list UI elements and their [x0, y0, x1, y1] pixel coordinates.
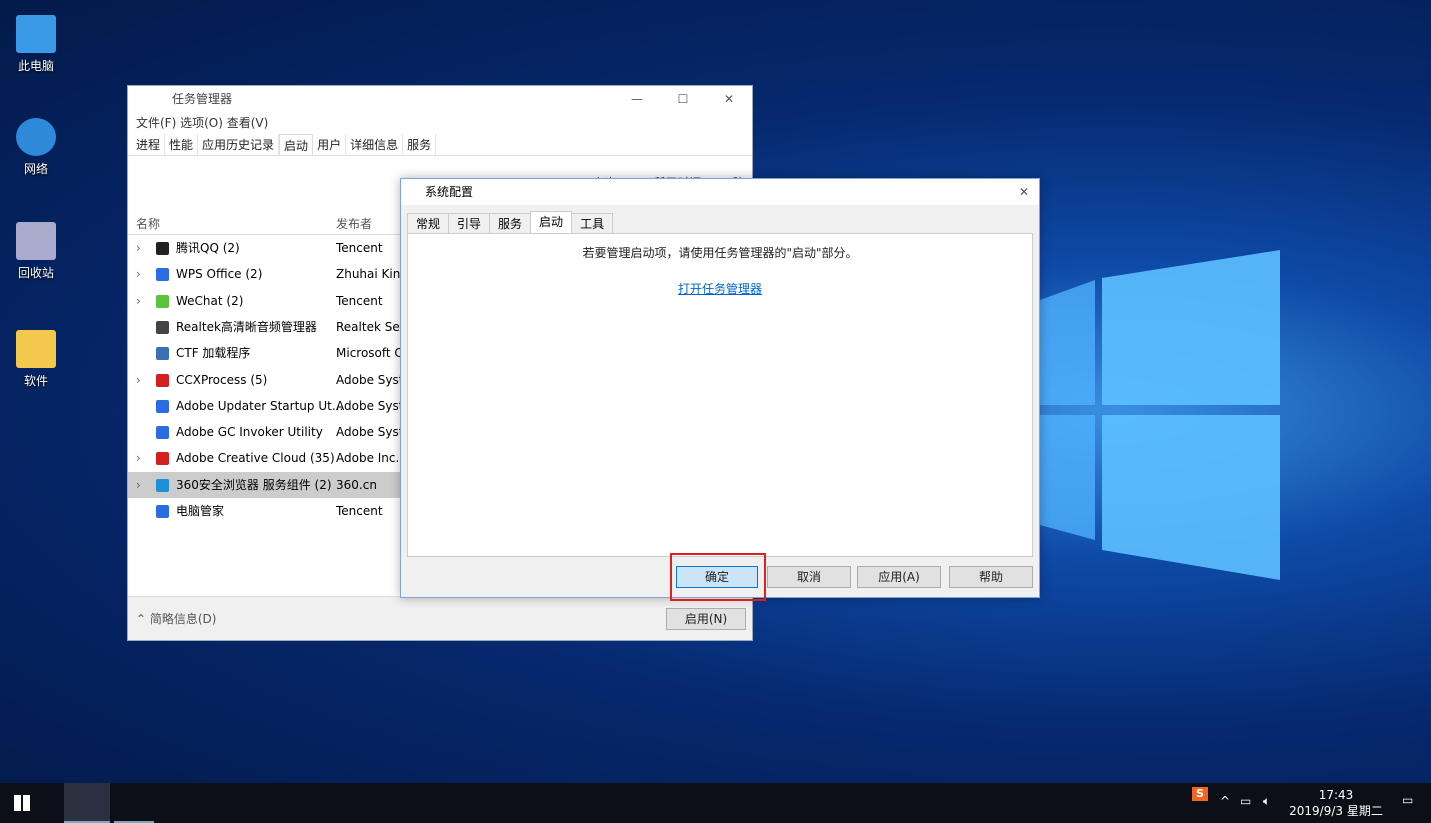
taskbar-system-config[interactable] — [114, 783, 154, 823]
taskbar: S ^ ▭ 🔈︎ 17:43 2019/9/3 星期二 ▭ — [0, 783, 1431, 823]
tab-boot[interactable]: 引导 — [448, 213, 491, 233]
app-name: 电脑管家 — [176, 504, 225, 518]
app-icon — [156, 294, 169, 308]
close-button[interactable]: ✕ — [706, 86, 752, 112]
start-button[interactable] — [14, 795, 30, 811]
app-icon — [156, 320, 169, 334]
app-icon — [156, 347, 169, 361]
startup-message: 若要管理启动项，请使用任务管理器的"启动"部分。 — [582, 246, 858, 260]
desktop-icon-software[interactable]: 软件 — [8, 330, 64, 389]
network-icon — [16, 118, 56, 156]
system-configuration-dialog: 系统配置 ✕ 常规 引导 服务 启动 工具 若要管理启动项，请使用任务管理器的"… — [400, 178, 1040, 598]
tab-processes[interactable]: 进程 — [132, 134, 166, 155]
enable-button[interactable]: 启用(N) — [666, 608, 746, 630]
desktop-icon-network[interactable]: 网络 — [8, 118, 64, 177]
app-name: 360安全浏览器 服务组件 (2) — [176, 477, 332, 492]
tab-services[interactable]: 服务 — [403, 134, 437, 155]
volume-icon[interactable]: 🔈︎ — [1263, 794, 1270, 809]
folder-icon — [16, 330, 56, 368]
chevron-up-icon[interactable]: ^ — [1220, 794, 1230, 808]
tab-performance[interactable]: 性能 — [165, 134, 199, 155]
app-icon — [156, 399, 169, 413]
dialog-tabs: 常规 引导 服务 启动 工具 — [407, 211, 614, 233]
minimize-button[interactable]: — — [614, 86, 660, 112]
menu-bar: 文件(F) 选项(O) 查看(V) — [128, 112, 752, 134]
app-icon — [156, 452, 169, 466]
less-details-button[interactable]: ⌃ 简略信息(D) — [136, 610, 216, 627]
taskbar-task-manager[interactable] — [64, 783, 110, 823]
app-publisher: Tencent — [336, 504, 383, 518]
app-icon — [156, 242, 169, 255]
computer-icon — [16, 15, 56, 53]
app-icon — [156, 478, 169, 492]
app-icon — [156, 505, 169, 518]
app-icon — [156, 268, 169, 282]
footer: ⌃ 简略信息(D) 启用(N) — [128, 596, 752, 640]
app-name: Adobe Updater Startup Ut... — [176, 398, 344, 413]
desktop-icon-this-pc[interactable]: 此电脑 — [8, 15, 64, 74]
maximize-button[interactable]: ☐ — [660, 86, 706, 112]
tab-bar: 进程 性能 应用历史记录 启动 用户 详细信息 服务 — [128, 134, 752, 156]
notification-icon[interactable]: ▭ — [1402, 793, 1413, 807]
windows-logo-wallpaper — [1040, 250, 1280, 580]
network-icon[interactable]: ▭ — [1240, 794, 1251, 808]
chevron-right-icon[interactable]: › — [136, 235, 141, 261]
desktop-icon-recycle-bin[interactable]: 回收站 — [8, 222, 64, 281]
app-name: WeChat (2) — [176, 293, 244, 308]
app-name: 腾讯QQ (2) — [176, 241, 240, 255]
column-name[interactable]: 名称 — [136, 215, 160, 232]
app-name: CTF 加载程序 — [176, 346, 251, 361]
tab-general[interactable]: 常规 — [407, 213, 450, 233]
menu-view[interactable]: 查看(V) — [227, 116, 269, 130]
app-icon — [156, 373, 169, 387]
app-publisher: Tencent — [336, 293, 383, 308]
sogou-ime-icon[interactable]: S — [1192, 787, 1208, 801]
open-task-manager-link[interactable]: 打开任务管理器 — [678, 282, 762, 296]
chevron-right-icon[interactable]: › — [136, 445, 141, 471]
app-name: CCXProcess (5) — [176, 372, 268, 387]
cancel-button[interactable]: 取消 — [767, 566, 851, 588]
app-publisher: Tencent — [336, 241, 383, 255]
app-publisher: Adobe Inc. — [336, 451, 400, 466]
recycle-bin-icon — [16, 222, 56, 260]
tab-details[interactable]: 详细信息 — [346, 134, 404, 155]
menu-file[interactable]: 文件(F) — [136, 116, 176, 130]
column-publisher[interactable]: 发布者 — [336, 215, 372, 232]
clock[interactable]: 17:43 2019/9/3 星期二 — [1288, 787, 1384, 819]
tab-startup[interactable]: 启动 — [530, 211, 573, 233]
ok-button-highlight — [670, 553, 766, 601]
tab-services[interactable]: 服务 — [489, 213, 532, 233]
chevron-right-icon[interactable]: › — [136, 472, 141, 498]
chevron-right-icon[interactable]: › — [136, 367, 141, 393]
app-name: Realtek高清晰音频管理器 — [176, 319, 317, 334]
tab-app-history[interactable]: 应用历史记录 — [198, 134, 280, 155]
app-name: WPS Office (2) — [176, 267, 263, 282]
apply-button[interactable]: 应用(A) — [857, 566, 941, 588]
tab-startup[interactable]: 启动 — [279, 134, 314, 155]
app-publisher: 360.cn — [336, 477, 377, 492]
app-name: Adobe Creative Cloud (35) — [176, 451, 335, 466]
tab-users[interactable]: 用户 — [313, 134, 347, 155]
dialog-title: 系统配置 — [401, 179, 1039, 205]
dialog-close-button[interactable]: ✕ — [1009, 179, 1039, 205]
chevron-right-icon[interactable]: › — [136, 261, 141, 287]
tab-tools[interactable]: 工具 — [571, 213, 614, 233]
startup-panel: 若要管理启动项，请使用任务管理器的"启动"部分。 打开任务管理器 — [407, 233, 1033, 557]
app-name: Adobe GC Invoker Utility — [176, 425, 323, 440]
help-button[interactable]: 帮助 — [949, 566, 1033, 588]
menu-options[interactable]: 选项(O) — [180, 116, 223, 130]
app-icon — [156, 426, 169, 440]
chevron-right-icon[interactable]: › — [136, 288, 141, 314]
